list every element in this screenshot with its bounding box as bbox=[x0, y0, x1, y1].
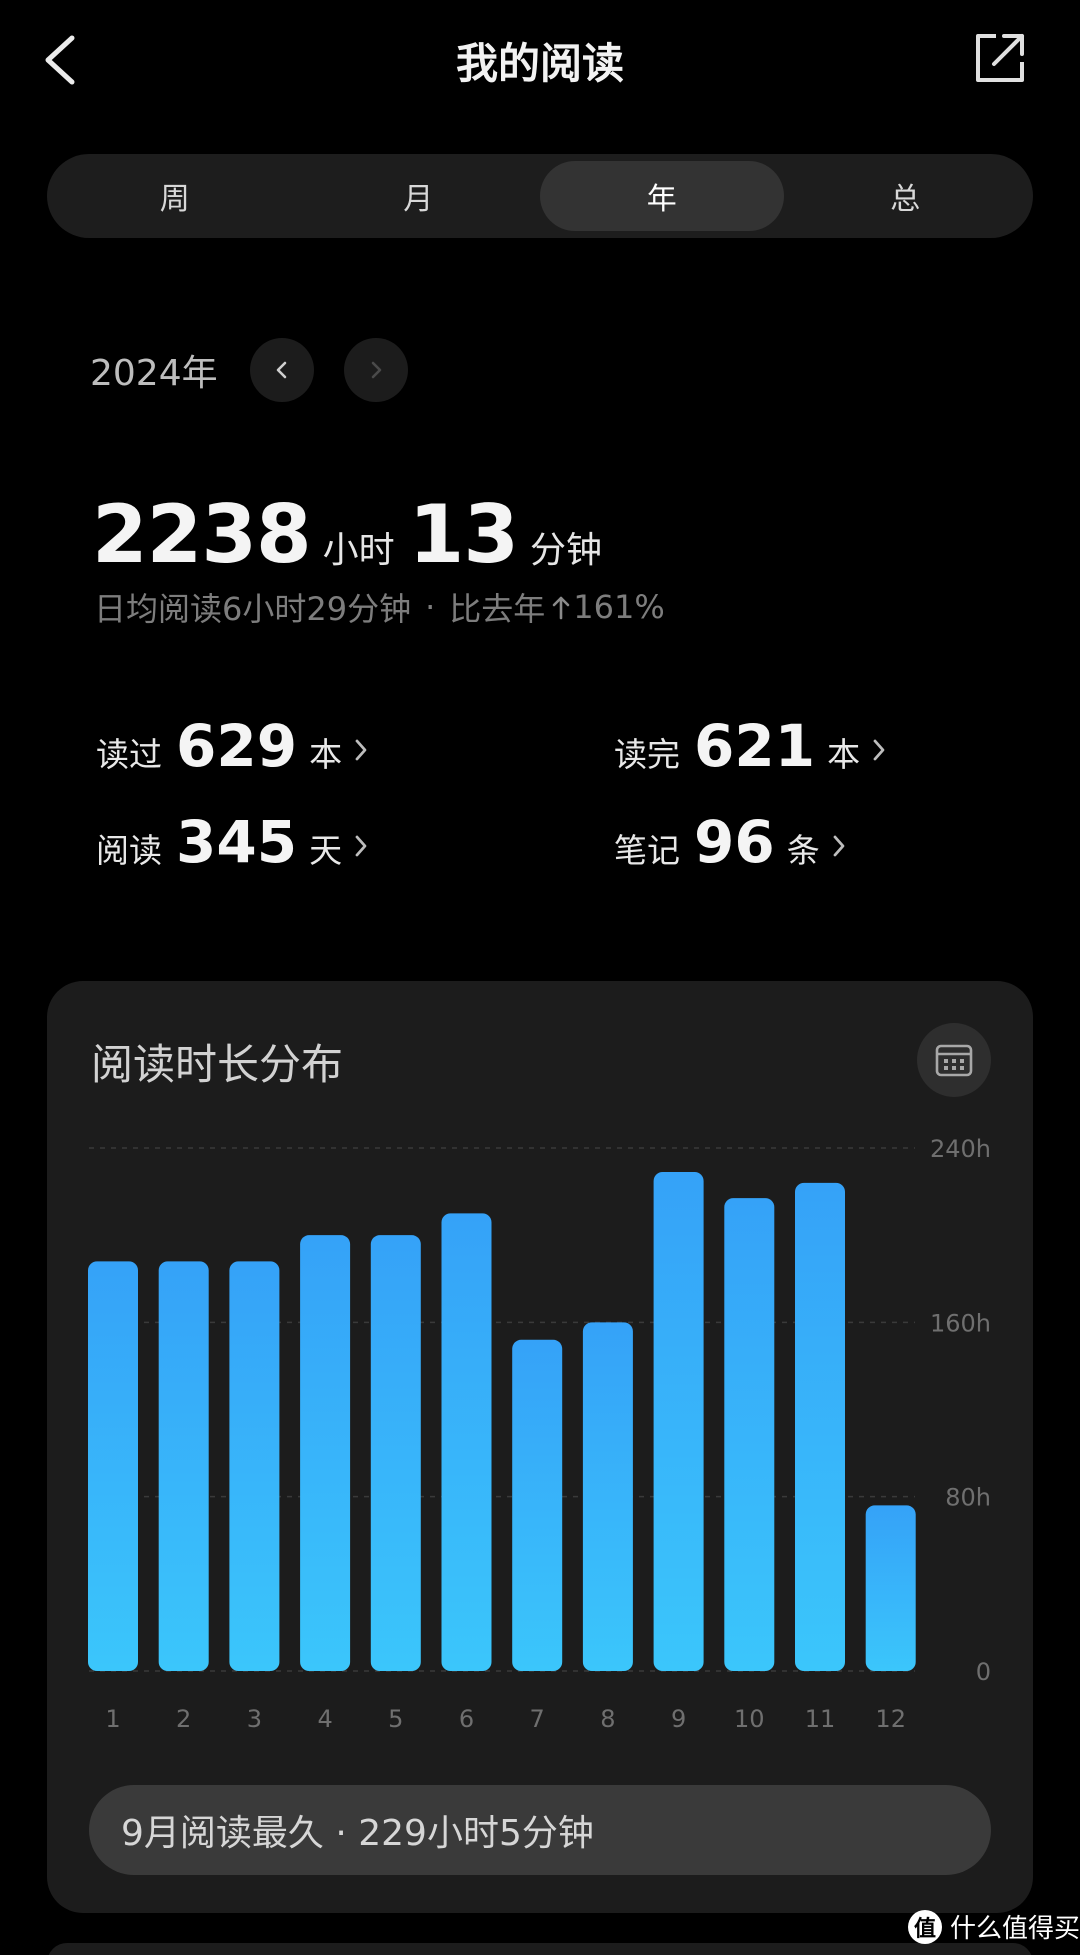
bar-month-8[interactable] bbox=[582, 1322, 633, 1671]
x-tick-label: 9 bbox=[671, 1705, 686, 1733]
stat-label: 读过 bbox=[96, 735, 162, 774]
chevron-right-icon bbox=[371, 361, 382, 379]
arrow-up-icon bbox=[552, 596, 570, 620]
change-percent: 161% bbox=[573, 588, 665, 626]
prev-year-button[interactable] bbox=[250, 338, 314, 402]
stat-label: 笔记 bbox=[614, 831, 680, 870]
total-minutes: 13 bbox=[408, 488, 519, 581]
stat-unit: 条 bbox=[786, 831, 820, 870]
x-tick-label: 11 bbox=[805, 1705, 836, 1733]
x-tick-label: 4 bbox=[317, 1705, 332, 1733]
x-tick-label: 2 bbox=[176, 1705, 191, 1733]
y-tick-label: 80h bbox=[945, 1484, 991, 1512]
daily-average: 日均阅读6小时29分钟 bbox=[94, 590, 412, 628]
watermark-logo: 值 bbox=[908, 1909, 942, 1944]
chevron-right-icon bbox=[873, 739, 885, 761]
bar-month-3[interactable] bbox=[229, 1261, 280, 1671]
stat-label: 阅读 bbox=[96, 831, 162, 870]
stat-value: 621 bbox=[694, 712, 816, 780]
next-year-button[interactable] bbox=[344, 338, 408, 402]
tab-month[interactable]: 月 bbox=[297, 161, 541, 231]
next-card bbox=[47, 1943, 1033, 1955]
watermark: 值 什么值得买 bbox=[908, 1908, 1080, 1945]
reading-duration-chart: 080h160h240h 1 2 3 4 5 6 7 8 9 10 11 12 bbox=[88, 1135, 991, 1733]
chevron-right-icon bbox=[355, 835, 367, 857]
year-label: 2024年 bbox=[90, 353, 218, 394]
compare-label: 比去年 bbox=[449, 590, 546, 628]
y-tick-label: 160h bbox=[930, 1309, 991, 1337]
stat-unit: 天 bbox=[309, 831, 343, 870]
x-tick-label: 6 bbox=[459, 1705, 474, 1733]
y-tick-label: 0 bbox=[976, 1658, 991, 1686]
total-hours: 2238 bbox=[92, 488, 312, 581]
stat-label: 读完 bbox=[614, 735, 680, 774]
minutes-unit: 分钟 bbox=[530, 530, 603, 571]
stat-books-finished[interactable]: 读完 621 本 bbox=[614, 712, 888, 780]
bar-month-2[interactable] bbox=[158, 1261, 209, 1671]
chevron-left-icon bbox=[276, 361, 287, 379]
x-tick-label: 12 bbox=[875, 1705, 906, 1733]
stat-unit: 本 bbox=[827, 735, 861, 774]
stat-books-read[interactable]: 读过 629 本 bbox=[96, 712, 370, 780]
chevron-right-icon bbox=[355, 739, 367, 761]
x-tick-label: 10 bbox=[734, 1705, 765, 1733]
share-button[interactable] bbox=[972, 30, 1028, 86]
hours-unit: 小时 bbox=[322, 530, 395, 571]
bar-month-10[interactable] bbox=[724, 1198, 775, 1671]
bar-month-11[interactable] bbox=[795, 1182, 845, 1671]
stat-notes[interactable]: 笔记 96 条 bbox=[614, 808, 848, 876]
bar-month-9[interactable] bbox=[653, 1171, 704, 1671]
stat-value: 629 bbox=[176, 712, 298, 780]
tab-total[interactable]: 总 bbox=[784, 161, 1028, 231]
chevron-right-icon bbox=[833, 835, 845, 857]
stat-value: 345 bbox=[176, 808, 298, 876]
year-selector: 2024年 bbox=[90, 338, 408, 402]
watermark-text: 什么值得买 bbox=[950, 1914, 1080, 1944]
x-tick-label: 5 bbox=[388, 1705, 403, 1733]
stat-reading-days[interactable]: 阅读 345 天 bbox=[96, 808, 370, 876]
stat-value: 96 bbox=[694, 808, 775, 876]
y-tick-label: 240h bbox=[930, 1135, 991, 1163]
page-title: 我的阅读 bbox=[455, 39, 624, 88]
x-tick-label: 3 bbox=[247, 1705, 262, 1733]
total-reading-time: 2238 小时 13 分钟 bbox=[92, 488, 616, 581]
x-tick-label: 1 bbox=[105, 1705, 120, 1733]
bar-month-5[interactable] bbox=[370, 1235, 421, 1671]
summary-separator: · bbox=[425, 588, 436, 626]
bar-month-7[interactable] bbox=[512, 1339, 563, 1671]
x-tick-label: 7 bbox=[530, 1705, 545, 1733]
bar-month-6[interactable] bbox=[441, 1213, 492, 1671]
bar-month-1[interactable] bbox=[88, 1261, 138, 1671]
x-tick-label: 8 bbox=[600, 1705, 615, 1733]
reading-distribution-card: 阅读时长分布 0 80h 160h 240h 1 2 3 4 5 6 7 8 9 10 11 12 9月阅读… bbox=[47, 981, 1033, 1913]
tab-week[interactable]: 周 bbox=[53, 161, 297, 231]
reading-summary: 日均阅读6小时29分钟 · 比去年 161% bbox=[94, 584, 665, 630]
header: 我的阅读 bbox=[0, 0, 1080, 120]
bar-month-12[interactable] bbox=[865, 1505, 916, 1671]
peak-month-banner: 9月阅读最久 · 229小时5分钟 bbox=[89, 1785, 991, 1875]
share-icon bbox=[976, 34, 1024, 82]
stat-unit: 本 bbox=[309, 735, 343, 774]
bar-month-4[interactable] bbox=[300, 1235, 351, 1671]
tab-year[interactable]: 年 bbox=[540, 161, 784, 231]
period-tabs: 周 月 年 总 bbox=[47, 154, 1033, 238]
